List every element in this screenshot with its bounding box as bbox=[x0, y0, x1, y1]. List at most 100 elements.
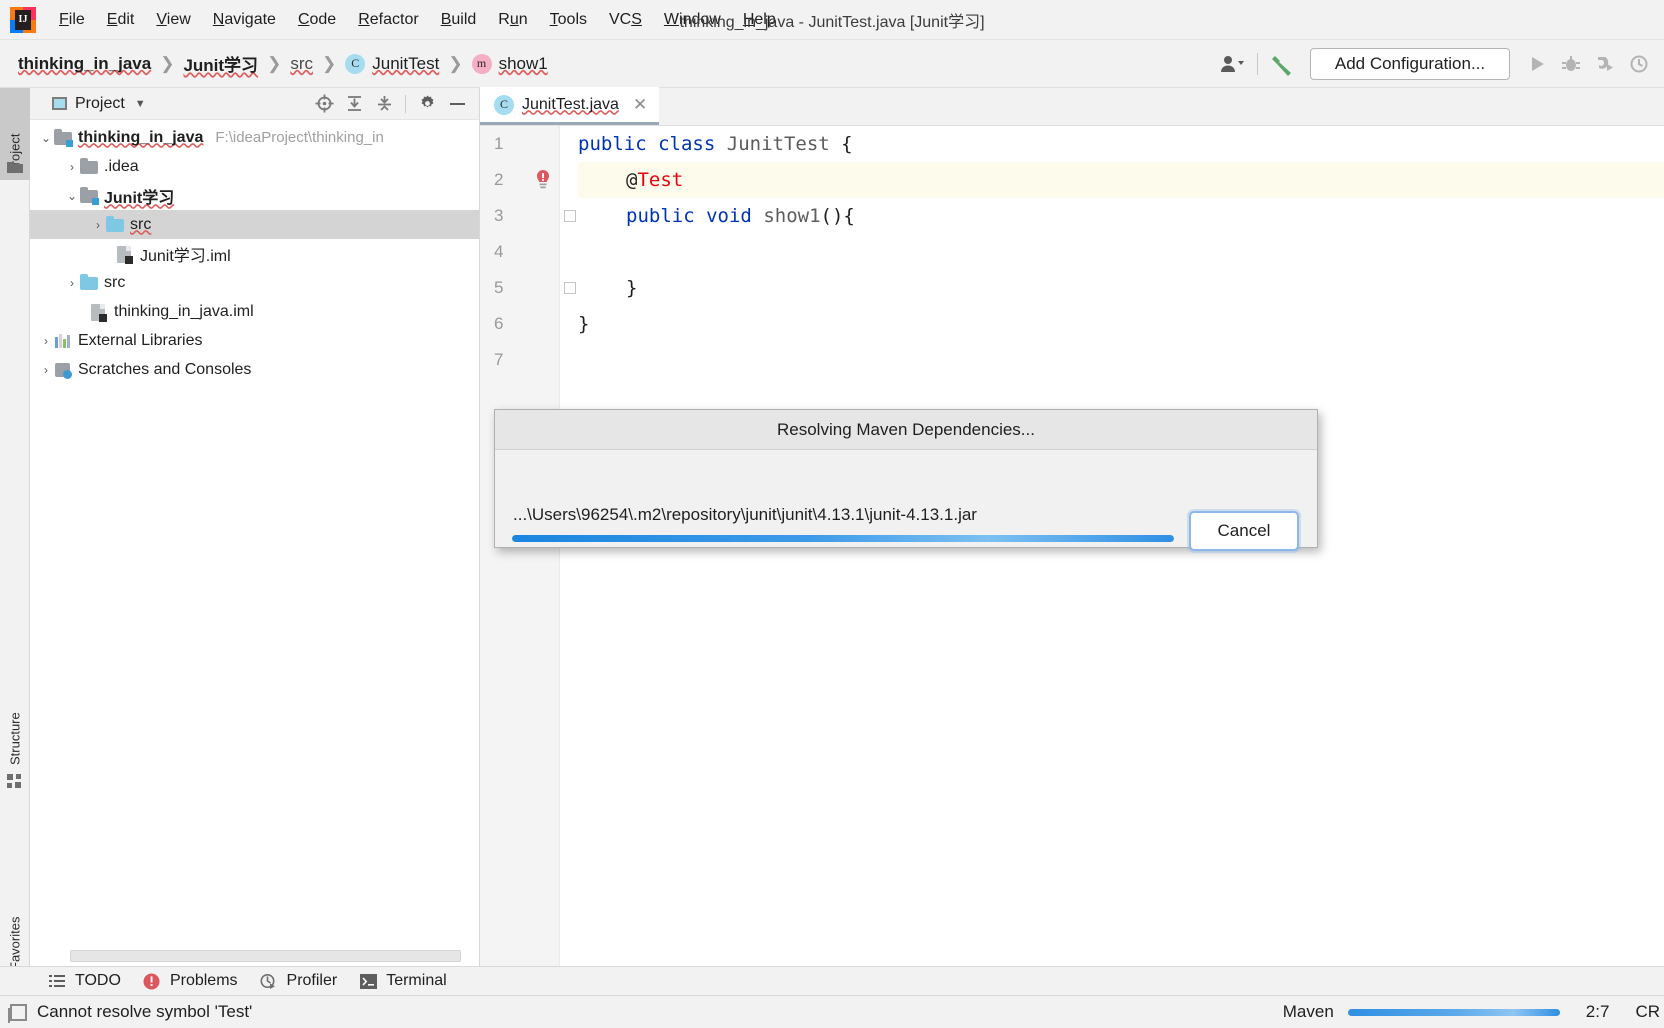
caret-position[interactable]: 2:7 bbox=[1586, 1002, 1610, 1022]
project-panel-header: Project ▼ bbox=[30, 88, 479, 120]
navigation-bar-actions: Add Configuration... bbox=[1215, 40, 1656, 88]
background-task-label[interactable]: Maven bbox=[1283, 1002, 1334, 1022]
folder-icon bbox=[80, 157, 98, 175]
chevron-right-icon[interactable]: › bbox=[38, 362, 54, 378]
event-log-icon[interactable] bbox=[8, 1003, 27, 1023]
menu-window[interactable]: Window bbox=[653, 0, 732, 40]
tree-row-external-libraries[interactable]: › External Libraries bbox=[30, 326, 479, 355]
menu-tools[interactable]: Tools bbox=[539, 0, 598, 40]
status-bar: Cannot resolve symbol 'Test' Maven 2:7 C… bbox=[0, 995, 1664, 1028]
tree-row-junit-module[interactable]: ⌄ Junit学习 bbox=[30, 181, 479, 210]
menu-navigate[interactable]: Navigate bbox=[202, 0, 287, 40]
tree-item-label: Junit学习 bbox=[104, 189, 175, 207]
line-number: 5 bbox=[494, 278, 504, 297]
tree-row-thinking-in-java[interactable]: ⌄ thinking_in_java F:\ideaProject\thinki… bbox=[30, 123, 479, 152]
editor-tab-junittest[interactable]: C JunitTest.java ✕ bbox=[480, 87, 660, 125]
menu-edit[interactable]: Edit bbox=[96, 0, 146, 40]
tree-row-junit-src[interactable]: › src bbox=[30, 210, 479, 239]
chevron-down-icon[interactable]: ⌄ bbox=[38, 130, 54, 146]
build-hammer-icon[interactable] bbox=[1266, 47, 1300, 81]
tree-row-idea[interactable]: › .idea bbox=[30, 152, 479, 181]
menu-build[interactable]: Build bbox=[430, 0, 488, 40]
chevron-right-icon[interactable]: › bbox=[90, 217, 106, 233]
project-icon bbox=[52, 97, 67, 110]
fold-region-end-icon[interactable] bbox=[564, 282, 576, 294]
tool-window-button-terminal[interactable]: Terminal bbox=[359, 972, 447, 990]
sidebar-item-label: Structure bbox=[7, 712, 23, 765]
fold-region-start-icon[interactable] bbox=[564, 210, 576, 222]
chevron-down-icon[interactable]: ▼ bbox=[135, 98, 146, 110]
profile-icon[interactable] bbox=[1622, 47, 1656, 81]
tree-item-label: External Libraries bbox=[78, 331, 203, 349]
tree-item-label: .idea bbox=[104, 157, 139, 175]
close-icon[interactable]: ✕ bbox=[633, 95, 647, 115]
run-icon[interactable] bbox=[1520, 47, 1554, 81]
breadcrumb-separator: ❯ bbox=[321, 53, 337, 73]
breadcrumb-item-class[interactable]: C JunitTest bbox=[345, 53, 439, 74]
chevron-right-icon[interactable]: › bbox=[38, 333, 54, 349]
tool-window-button-todo[interactable]: TODO bbox=[48, 972, 121, 990]
code-line-1: public class JunitTest { bbox=[578, 133, 853, 155]
breadcrumb: thinking_in_java ❯ Junit学习 ❯ src ❯ C Jun… bbox=[18, 51, 548, 76]
tool-window-label: Profiler bbox=[286, 972, 338, 989]
menu-file[interactable]: File bbox=[48, 0, 96, 40]
status-message: Cannot resolve symbol 'Test' bbox=[37, 1002, 253, 1021]
sidebar-item-label: Favorites bbox=[7, 916, 23, 970]
tool-window-label: TODO bbox=[75, 972, 121, 989]
tool-window-button-profiler[interactable]: Profiler bbox=[260, 972, 338, 990]
breadcrumb-item-src[interactable]: src bbox=[290, 54, 313, 74]
tree-row-scratches[interactable]: › Scratches and Consoles bbox=[30, 355, 479, 384]
menu-view[interactable]: View bbox=[145, 0, 201, 40]
project-panel-toolbar bbox=[310, 91, 471, 117]
tree-item-label: src bbox=[130, 215, 152, 233]
menu-help[interactable]: Help bbox=[732, 0, 787, 40]
list-icon bbox=[48, 972, 66, 990]
sidebar-item-favorites[interactable]: Favorites bbox=[0, 876, 30, 976]
dialog-progress-bar bbox=[512, 535, 1174, 542]
tree-row-root-iml[interactable]: thinking_in_java.iml bbox=[30, 297, 479, 326]
chevron-right-icon[interactable]: › bbox=[64, 275, 80, 291]
line-number: 7 bbox=[494, 350, 504, 369]
sidebar-item-structure[interactable]: Structure bbox=[0, 666, 30, 771]
chevron-down-icon[interactable]: ⌄ bbox=[64, 188, 80, 204]
run-coverage-icon[interactable] bbox=[1588, 47, 1622, 81]
cancel-button[interactable]: Cancel bbox=[1189, 511, 1299, 551]
tree-row-junit-iml[interactable]: Junit学习.iml bbox=[30, 239, 479, 268]
breadcrumb-separator: ❯ bbox=[267, 53, 282, 73]
code-line-3: public void show1(){ bbox=[626, 205, 855, 227]
inspection-error-bulb-icon[interactable] bbox=[534, 169, 552, 191]
breadcrumb-item-module[interactable]: Junit学习 bbox=[183, 51, 258, 76]
add-configuration-button[interactable]: Add Configuration... bbox=[1310, 48, 1510, 80]
hide-panel-icon[interactable] bbox=[443, 91, 471, 117]
gear-icon[interactable] bbox=[413, 91, 441, 117]
expand-all-icon[interactable] bbox=[340, 91, 368, 117]
menu-run[interactable]: Run bbox=[487, 0, 538, 40]
menu-refactor[interactable]: Refactor bbox=[347, 0, 429, 40]
line-separator[interactable]: CR bbox=[1635, 1002, 1660, 1022]
chevron-right-icon[interactable]: › bbox=[64, 159, 80, 175]
project-tree-horizontal-scrollbar[interactable] bbox=[70, 950, 461, 962]
menu-vcs[interactable]: VCS bbox=[598, 0, 653, 40]
breadcrumb-item-method[interactable]: m show1 bbox=[471, 53, 548, 74]
tool-window-button-problems[interactable]: Problems bbox=[143, 972, 238, 990]
structure-icon bbox=[7, 773, 23, 789]
tree-row-root-src[interactable]: › src bbox=[30, 268, 479, 297]
menu-code[interactable]: Code bbox=[287, 0, 347, 40]
tree-item-label: src bbox=[104, 273, 126, 291]
class-badge-icon: C bbox=[345, 53, 366, 74]
breadcrumb-item-project[interactable]: thinking_in_java bbox=[18, 54, 151, 74]
project-panel-title: Project bbox=[75, 94, 125, 112]
user-group-icon[interactable] bbox=[1215, 47, 1249, 81]
breadcrumb-separator: ❯ bbox=[160, 53, 175, 73]
profiler-icon bbox=[260, 972, 278, 990]
status-message-area[interactable]: Cannot resolve symbol 'Test' bbox=[8, 1002, 253, 1023]
editor-tab-label: JunitTest.java bbox=[522, 95, 619, 113]
debug-icon[interactable] bbox=[1554, 47, 1588, 81]
class-badge-icon: C bbox=[494, 94, 514, 115]
tool-window-label: Terminal bbox=[386, 972, 447, 989]
menu-bar: IJ File Edit View Navigate Code Refactor… bbox=[0, 0, 1664, 40]
locate-icon[interactable] bbox=[310, 91, 338, 117]
collapse-all-icon[interactable] bbox=[370, 91, 398, 117]
source-folder-icon bbox=[80, 273, 98, 291]
dialog-body: ...\Users\96254\.m2\repository\junit\jun… bbox=[495, 450, 1317, 551]
